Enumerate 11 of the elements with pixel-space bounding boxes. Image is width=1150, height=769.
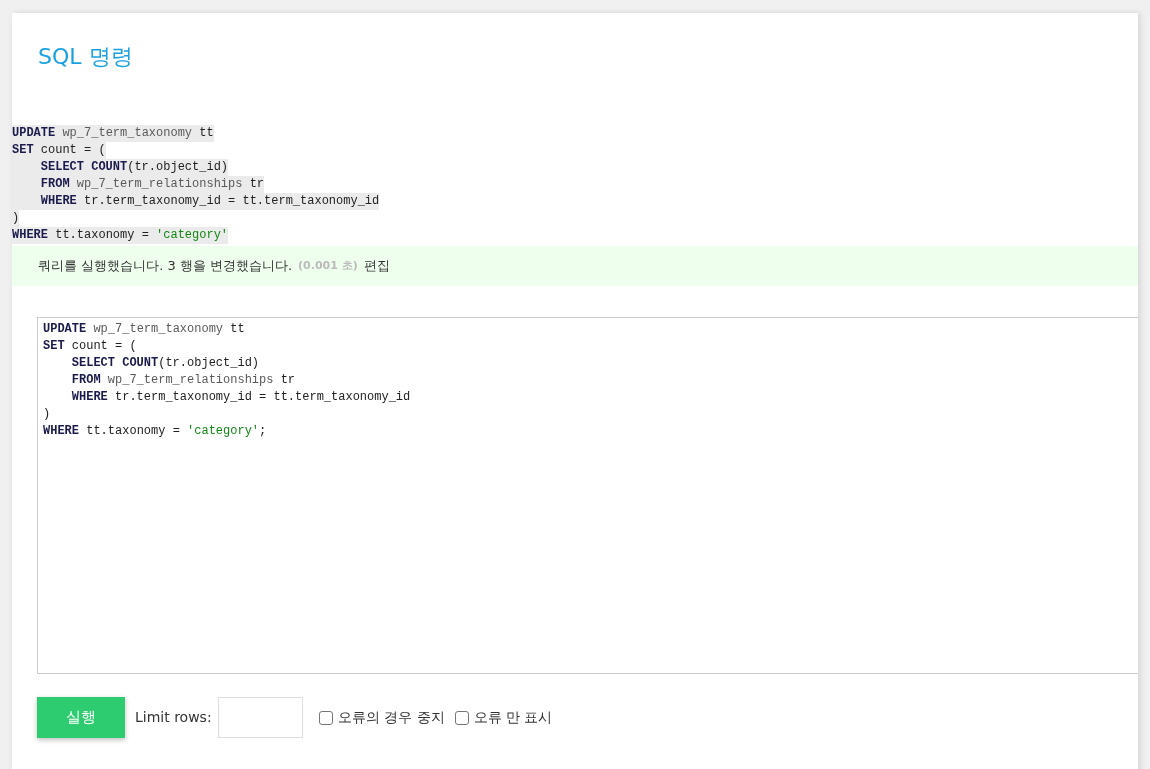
- checkbox-label: 오류 만 표시: [473, 708, 553, 727]
- result-message: 쿼리를 실행했습니다. 3 행을 변경했습니다.: [38, 257, 293, 276]
- query-time: (0.001 초): [298, 257, 358, 274]
- sql-editor-field[interactable]: UPDATE wp_7_term_taxonomy tt SET count = ( SELECT COUNT(tr.object_id) FROM wp_7_term_relationships tr WHERE tr.term_taxonomy_id = tt.term_taxonomy_id ) WHERE tt.taxonomy = 'category';: [37, 317, 1138, 674]
- checkbox-label: 오류의 경우 중지: [337, 708, 445, 727]
- edit-link[interactable]: 편집: [363, 256, 390, 276]
- limit-rows-label: Limit rows:: [135, 708, 212, 727]
- limit-rows-input[interactable]: [217, 697, 303, 738]
- checkbox[interactable]: [454, 710, 469, 725]
- checkbox[interactable]: [318, 710, 333, 725]
- page-title: SQL 명령: [38, 43, 133, 71]
